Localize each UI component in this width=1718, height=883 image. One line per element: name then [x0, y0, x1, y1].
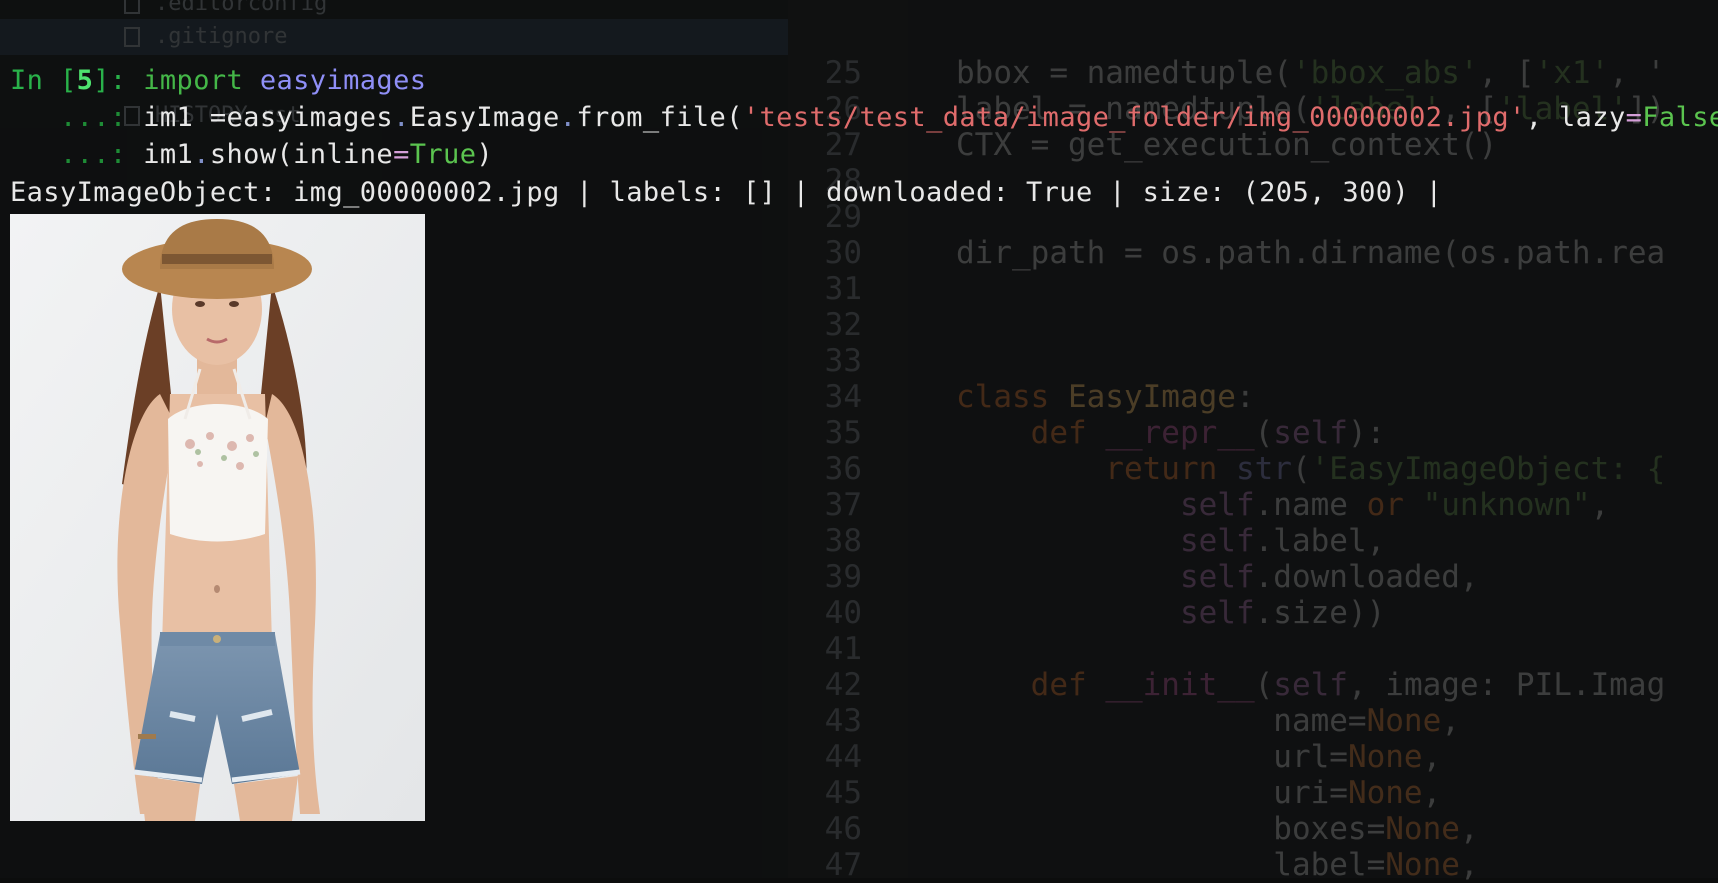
- line-number: 36: [824, 451, 862, 487]
- model-photo: [10, 214, 425, 821]
- code-text: def __repr__(self):: [956, 415, 1386, 451]
- equals-operator: =: [393, 139, 410, 170]
- code-line: 36 return str('EasyImageObject: {: [788, 451, 1718, 487]
- code-text: return str('EasyImageObject: {: [956, 451, 1666, 487]
- code-line: 25 bbox = namedtuple('bbox_abs', ['x1', ': [788, 55, 1718, 91]
- code-token: im1: [143, 139, 194, 170]
- code-line: 43 name=None,: [788, 703, 1718, 739]
- code-text: self.name or "unknown",: [956, 487, 1610, 523]
- equals-operator: =: [1625, 102, 1643, 133]
- line-number: 37: [824, 487, 862, 523]
- code-line: 41: [788, 631, 1718, 667]
- code-token: , lazy: [1525, 102, 1626, 133]
- input-prompt-close: ]:: [93, 65, 144, 96]
- prompt-number: 5: [76, 65, 94, 96]
- input-line-3: ...: im1.show(inline=True): [10, 137, 493, 173]
- line-number: 25: [824, 55, 862, 91]
- halter-top: [168, 404, 268, 542]
- bool-constant: True: [409, 139, 477, 170]
- inline-image-output: [10, 214, 425, 821]
- line-number: 33: [824, 343, 862, 379]
- dot-operator: .: [393, 102, 410, 133]
- line-number: 31: [824, 271, 862, 307]
- code-token: from_file(: [576, 102, 743, 133]
- code-text: self.downloaded,: [956, 559, 1479, 595]
- code-text: bbox = namedtuple('bbox_abs', ['x1', ': [956, 55, 1666, 91]
- line-number: 32: [824, 307, 862, 343]
- code-text: self.label,: [956, 523, 1386, 559]
- import-keyword: import: [143, 65, 244, 96]
- code-line: 35 def __repr__(self):: [788, 415, 1718, 451]
- code-token: ): [476, 139, 494, 170]
- input-line-1: In [5]: import easyimages: [10, 63, 426, 99]
- code-text: boxes=None,: [956, 811, 1479, 847]
- output-line: EasyImageObject: img_00000002.jpg | labe…: [10, 177, 1443, 208]
- file-icon: [124, 27, 140, 47]
- code-line: 32: [788, 307, 1718, 343]
- code-text: class EasyImage:: [956, 379, 1255, 415]
- line-number: 40: [824, 595, 862, 631]
- code-text: def __init__(self, image: PIL.Imag: [956, 667, 1666, 703]
- line-number: 39: [824, 559, 862, 595]
- line-number: 34: [824, 379, 862, 415]
- code-text: url=None,: [956, 739, 1442, 775]
- continuation-prompt: ...:: [10, 102, 144, 133]
- code-line: 34 class EasyImage:: [788, 379, 1718, 415]
- line-number: 42: [824, 667, 862, 703]
- code-token: show(inline: [209, 139, 394, 170]
- code-line: 45 uri=None,: [788, 775, 1718, 811]
- code-text: dir_path = os.path.dirname(os.path.rea: [956, 235, 1666, 271]
- file-path-string: 'tests/test_data/image_folder/img_000000…: [742, 102, 1526, 133]
- code-line: 38 self.label,: [788, 523, 1718, 559]
- module-name: easyimages: [259, 65, 427, 96]
- code-line: 44 url=None,: [788, 739, 1718, 775]
- file-icon: [124, 0, 140, 14]
- continuation-prompt: ...:: [10, 139, 144, 170]
- dot-operator: .: [193, 139, 210, 170]
- code-line: 40 self.size)): [788, 595, 1718, 631]
- code-line: 37 self.name or "unknown",: [788, 487, 1718, 523]
- input-line-2: ...: im1 =easyimages.EasyImage.from_file…: [10, 100, 1718, 136]
- code-token: EasyImage: [409, 102, 560, 133]
- bool-constant: False: [1642, 102, 1718, 133]
- file-tree-item: .editorconfig: [0, 0, 788, 22]
- line-number: 30: [824, 235, 862, 271]
- code-text: uri=None,: [956, 775, 1442, 811]
- code-line: 30 dir_path = os.path.dirname(os.path.rea: [788, 235, 1718, 271]
- line-number: 41: [824, 631, 862, 667]
- line-number: 44: [824, 739, 862, 775]
- code-text: self.size)): [956, 595, 1386, 631]
- line-number: 35: [824, 415, 862, 451]
- line-number: 43: [824, 703, 862, 739]
- code-token: im1 =easyimages: [143, 102, 394, 133]
- line-number: 38: [824, 523, 862, 559]
- code-line: 31: [788, 271, 1718, 307]
- code-text: name=None,: [956, 703, 1460, 739]
- line-number: 45: [824, 775, 862, 811]
- code-line: 46 boxes=None,: [788, 811, 1718, 847]
- code-line: 33: [788, 343, 1718, 379]
- dot-operator: .: [559, 102, 577, 133]
- code-line: 39 self.downloaded,: [788, 559, 1718, 595]
- input-prompt: In [: [10, 65, 77, 96]
- line-number: 46: [824, 811, 862, 847]
- file-tree-item: .gitignore: [0, 19, 788, 55]
- code-line: 42 def __init__(self, image: PIL.Imag: [788, 667, 1718, 703]
